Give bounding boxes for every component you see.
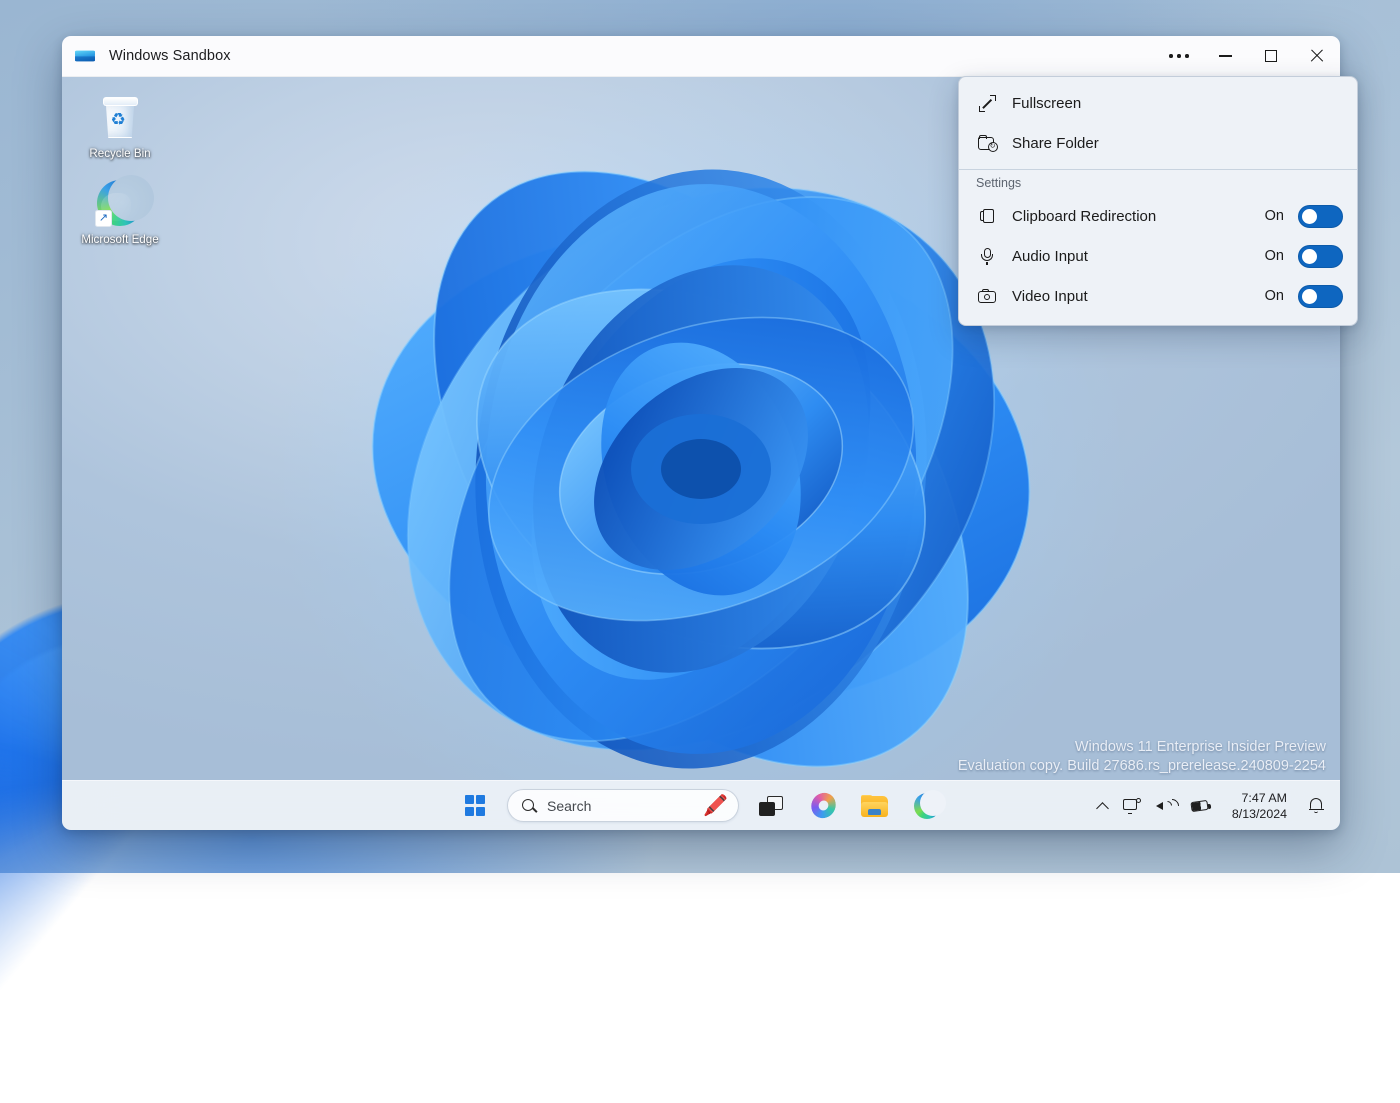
title-bar[interactable]: Windows Sandbox <box>62 36 1340 77</box>
minimize-button[interactable] <box>1202 36 1248 76</box>
bell-icon <box>1308 797 1324 814</box>
desktop-icon-recycle-bin[interactable]: ♻ Recycle Bin <box>74 85 166 165</box>
clock-button[interactable]: 7:47 AM 8/13/2024 <box>1220 788 1299 824</box>
taskbar-item-file-explorer[interactable] <box>855 786 895 826</box>
clipboard-icon <box>976 208 998 225</box>
evaluation-watermark: Windows 11 Enterprise Insider Preview Ev… <box>958 738 1326 776</box>
maximize-button[interactable] <box>1248 36 1294 76</box>
close-icon <box>1310 49 1324 63</box>
menu-item-label: Fullscreen <box>1012 95 1081 112</box>
search-icon <box>521 798 537 814</box>
audio-input-toggle[interactable] <box>1298 245 1343 268</box>
taskbar-item-task-view[interactable] <box>751 786 791 826</box>
taskbar-item-copilot[interactable] <box>803 786 843 826</box>
copilot-icon <box>809 790 838 821</box>
battery-icon <box>1190 799 1211 813</box>
show-hidden-icons-button[interactable] <box>1091 788 1114 824</box>
clipboard-redirection-toggle[interactable] <box>1298 205 1343 228</box>
menu-item-share-folder[interactable]: ↻ Share Folder <box>959 123 1357 163</box>
clock-time: 7:47 AM <box>1232 790 1287 806</box>
windows-sandbox-icon <box>74 45 96 67</box>
watermark-line-2: Evaluation copy. Build 27686.rs_prerelea… <box>958 757 1326 776</box>
microsoft-edge-icon <box>914 793 940 819</box>
menu-divider <box>959 169 1357 170</box>
task-view-icon <box>759 796 783 816</box>
share-folder-icon: ↻ <box>976 135 998 151</box>
toggle-state-label: On <box>1265 248 1284 264</box>
desktop-icon-label: Microsoft Edge <box>74 233 166 247</box>
windows-logo-icon <box>465 795 486 816</box>
maximize-icon <box>1265 50 1277 62</box>
video-input-toggle[interactable] <box>1298 285 1343 308</box>
taskbar-center-group: Search 🖍️ <box>455 786 947 826</box>
menu-item-label: Share Folder <box>1012 135 1099 152</box>
ellipsis-icon <box>1169 54 1189 58</box>
battery-button[interactable] <box>1184 788 1217 824</box>
volume-button[interactable] <box>1150 788 1181 824</box>
desktop-icon-list: ♻ Recycle Bin ↗ Microsoft Edge <box>74 85 166 257</box>
taskbar: Search 🖍️ <box>62 780 1340 830</box>
minimize-icon <box>1219 55 1232 56</box>
close-button[interactable] <box>1294 36 1340 76</box>
fullscreen-icon <box>976 95 998 112</box>
menu-item-video-input[interactable]: Video Input On <box>959 276 1357 316</box>
menu-section-header: Settings <box>959 172 1357 196</box>
menu-item-label: Audio Input <box>1012 248 1088 265</box>
menu-item-audio-input[interactable]: Audio Input On <box>959 236 1357 276</box>
camera-icon <box>976 289 998 304</box>
taskbar-item-microsoft-edge[interactable] <box>907 786 947 826</box>
menu-item-label: Video Input <box>1012 288 1088 305</box>
chevron-up-icon <box>1097 800 1108 811</box>
network-icon <box>1123 798 1141 814</box>
recycle-bin-icon: ♻ <box>74 91 166 143</box>
writing-hand-icon: 🖍️ <box>703 796 728 816</box>
desktop-icon-label: Recycle Bin <box>74 147 166 161</box>
shortcut-arrow-icon: ↗ <box>95 210 112 227</box>
clock: 7:47 AM 8/13/2024 <box>1226 790 1293 822</box>
network-button[interactable] <box>1117 788 1147 824</box>
microphone-icon <box>976 248 998 265</box>
toggle-state-label: On <box>1265 288 1284 304</box>
search-input[interactable]: Search 🖍️ <box>507 789 739 822</box>
start-button[interactable] <box>455 786 495 826</box>
window-controls <box>1156 36 1340 76</box>
search-placeholder: Search <box>547 798 591 814</box>
desktop-icon-microsoft-edge[interactable]: ↗ Microsoft Edge <box>74 171 166 251</box>
menu-item-label: Clipboard Redirection <box>1012 208 1156 225</box>
menu-item-clipboard-redirection[interactable]: Clipboard Redirection On <box>959 196 1357 236</box>
window-title: Windows Sandbox <box>109 48 231 64</box>
watermark-line-1: Windows 11 Enterprise Insider Preview <box>958 738 1326 757</box>
more-options-button[interactable] <box>1156 36 1202 76</box>
menu-item-fullscreen[interactable]: Fullscreen <box>959 83 1357 123</box>
volume-icon <box>1156 798 1175 814</box>
sandbox-options-menu: Fullscreen ↻ Share Folder Settings Clipb… <box>958 76 1358 326</box>
microsoft-edge-icon: ↗ <box>74 177 166 229</box>
file-explorer-icon <box>861 795 889 817</box>
toggle-state-label: On <box>1265 208 1284 224</box>
system-tray: 7:47 AM 8/13/2024 <box>1091 788 1330 824</box>
clock-date: 8/13/2024 <box>1232 806 1287 822</box>
notifications-button[interactable] <box>1302 788 1330 824</box>
